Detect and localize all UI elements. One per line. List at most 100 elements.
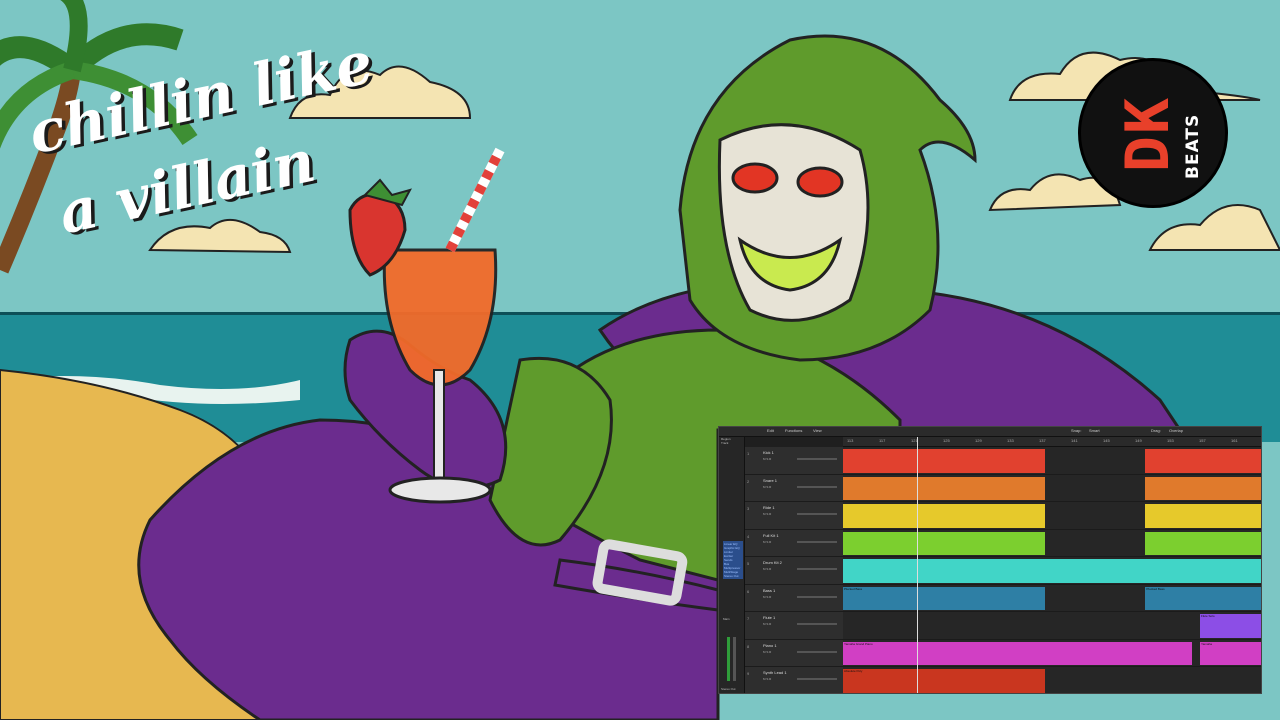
track-header[interactable]: 4 Full Kit 1 M S R <box>745 529 843 558</box>
ruler-bar-number: 141 <box>1071 438 1078 443</box>
region[interactable]: Absolute Poly <box>843 669 1045 693</box>
track-name: Bass 1 <box>763 587 776 593</box>
mute-solo-buttons[interactable]: M S R <box>763 567 771 571</box>
volume-slider[interactable] <box>797 485 837 488</box>
track-lane[interactable]: Flute Solo <box>843 612 1261 640</box>
volume-slider[interactable] <box>797 650 837 653</box>
mute-solo-buttons[interactable]: M S R <box>763 457 771 461</box>
region[interactable]: Flute Solo <box>1200 614 1261 638</box>
drag-label: Drag: <box>1151 428 1161 433</box>
mute-solo-buttons[interactable]: M S R <box>763 677 771 681</box>
left-eye <box>731 162 779 194</box>
mute-solo-buttons[interactable]: M S R <box>763 540 771 544</box>
volume-slider[interactable] <box>797 623 837 626</box>
region[interactable]: Yamaha <box>1200 641 1261 666</box>
region-label: Yamaha Grand Piano <box>844 641 873 646</box>
playhead[interactable] <box>917 437 918 693</box>
track-number: 2 <box>747 478 750 484</box>
region[interactable]: Plucked Bass <box>843 586 1045 611</box>
ruler-bar-number: 117 <box>879 438 886 443</box>
track-name: Drum Kit 2 <box>763 560 782 566</box>
logo-mark: DK <box>1113 95 1183 173</box>
region-label: Yamaha <box>1201 641 1212 646</box>
track-header[interactable]: 9 Synth Lead 1M S R <box>745 667 843 693</box>
inspector-track-label[interactable]: Track <box>719 441 744 445</box>
region[interactable] <box>1145 476 1261 501</box>
track-lane[interactable] <box>843 447 1261 475</box>
track-headers: 1 Kick 1M S R 2 Snare 1M S R 3 Ride 1M S R 4 Fu… <box>745 447 843 693</box>
mute-solo-buttons[interactable]: M S R <box>763 512 771 516</box>
region-label: Flute Solo <box>1201 614 1215 619</box>
snap-select[interactable]: Smart <box>1089 428 1100 433</box>
ruler-bar-number: 125 <box>943 438 950 443</box>
track-header[interactable]: 5 Drum Kit 2M S R <box>745 557 843 585</box>
track-number: 1 <box>747 451 750 456</box>
region-label: Plucked Bass <box>1146 586 1165 591</box>
plugin-slot[interactable]: Stereo Out <box>724 574 742 578</box>
mute-solo-buttons[interactable]: M S R <box>763 622 771 626</box>
edit-menu[interactable]: Edit <box>767 428 774 433</box>
mute-solo-buttons[interactable]: M S R <box>763 485 771 489</box>
volume-slider[interactable] <box>797 568 837 571</box>
villain-face <box>717 123 870 322</box>
track-header[interactable]: 2 Snare 1 M S R <box>745 474 843 503</box>
region[interactable] <box>843 531 1045 556</box>
track-header[interactable]: 7 Flute 1M S R <box>745 612 843 640</box>
track-lane[interactable] <box>843 475 1261 503</box>
volume-slider[interactable] <box>797 513 837 516</box>
snap-label: Snap: <box>1071 428 1082 433</box>
region[interactable] <box>1145 504 1261 528</box>
volume-slider[interactable] <box>797 458 837 460</box>
mute-solo-buttons[interactable]: M S R <box>763 595 771 599</box>
mute-solo-buttons[interactable]: M S R <box>763 650 771 654</box>
region[interactable] <box>1145 449 1261 473</box>
track-lane[interactable] <box>843 557 1261 585</box>
track-header[interactable]: 1 Kick 1 M S R <box>745 447 843 475</box>
track-header[interactable]: 8 Piano 1 M S R <box>745 639 843 668</box>
track-number: 6 <box>747 588 750 594</box>
region[interactable] <box>1145 531 1261 556</box>
arrange-area[interactable]: Plucked Bass Plucked Bass Flute Solo Yamaha… <box>843 447 1261 693</box>
drag-select[interactable]: Overlap <box>1169 428 1183 433</box>
right-eye <box>796 166 844 198</box>
region[interactable] <box>843 504 1045 528</box>
ruler-bar-number: 145 <box>1103 438 1110 443</box>
volume-slider[interactable] <box>797 678 837 681</box>
region[interactable]: Plucked Bass <box>1145 586 1261 611</box>
volume-slider[interactable] <box>797 540 837 543</box>
region[interactable] <box>843 449 1045 473</box>
track-number: 5 <box>747 561 750 567</box>
region-label: Absolute Poly <box>844 669 863 674</box>
track-header[interactable]: 3 Ride 1M S R <box>745 502 843 530</box>
track-lane[interactable]: Yamaha Grand Piano Yamaha <box>843 640 1261 668</box>
region-label: Plucked Bass <box>844 586 863 591</box>
track-name: Snare 1 <box>763 477 778 483</box>
functions-menu[interactable]: Functions <box>785 428 802 433</box>
track-number: 9 <box>747 671 750 677</box>
track-header[interactable]: 6 Bass 1 M S R <box>745 584 843 613</box>
view-menu[interactable]: View <box>813 428 822 433</box>
daw-window: Edit Functions View Snap: Smart Drag: Ov… <box>718 426 1262 694</box>
region[interactable]: Yamaha Grand Piano <box>843 641 1192 666</box>
master-label: Main <box>723 617 730 621</box>
ruler-bar-number: 149 <box>1135 438 1142 443</box>
track-lane[interactable]: Absolute Poly <box>843 667 1261 693</box>
region[interactable] <box>843 476 1045 501</box>
timeline-ruler[interactable]: 113 117 121 125 129 133 137 141 145 149 153 157 161 <box>843 437 1261 447</box>
track-number: 3 <box>747 506 750 512</box>
ruler-bar-number: 113 <box>847 438 854 443</box>
plugin-slots: Linear EQ Graphic EQ Limiter Exciter Sen… <box>723 541 743 579</box>
track-number: 8 <box>747 643 750 649</box>
track-name: Kick 1 <box>763 450 774 455</box>
track-lane[interactable] <box>843 502 1261 530</box>
track-name: Full Kit 1 <box>763 532 779 538</box>
ruler-bar-number: 161 <box>1231 438 1238 443</box>
track-lane[interactable]: Plucked Bass Plucked Bass <box>843 585 1261 613</box>
volume-slider[interactable] <box>797 595 837 598</box>
ruler-bar-number: 137 <box>1039 438 1046 443</box>
logo-word: BEATS <box>1183 113 1203 179</box>
track-lane[interactable] <box>843 530 1261 558</box>
track-name: Flute 1 <box>763 615 776 621</box>
region[interactable] <box>843 559 1261 583</box>
master-fader[interactable] <box>733 637 736 681</box>
